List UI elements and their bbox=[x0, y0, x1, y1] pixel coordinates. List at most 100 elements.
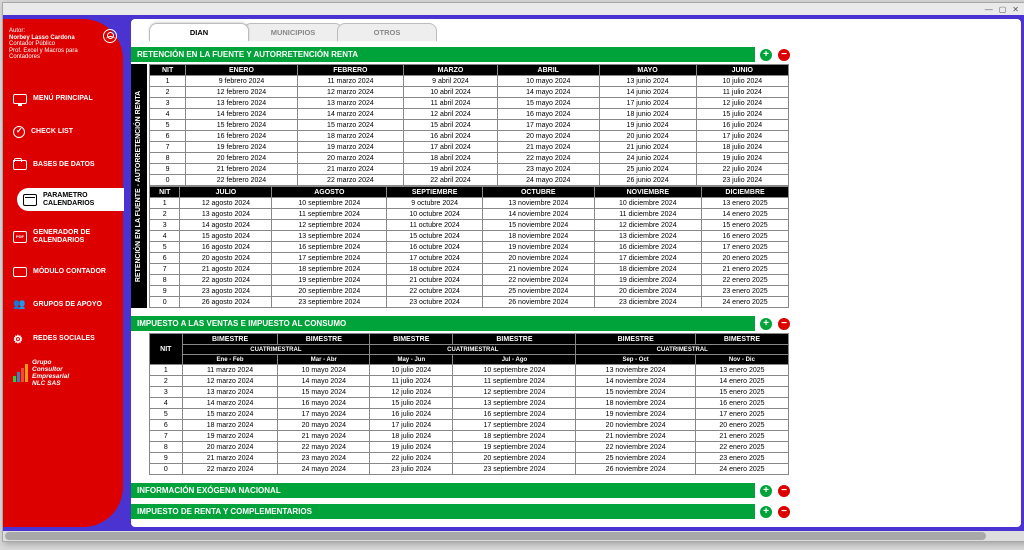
section-header-retencion: RETENCIÓN EN LA FUENTE Y AUTORRETENCIÓN … bbox=[131, 47, 755, 62]
col-header: ENERO bbox=[186, 65, 298, 76]
author-role1: Contador Público bbox=[9, 41, 55, 47]
folder-icon bbox=[13, 160, 27, 170]
table-row: 921 febrero 202421 marzo 202419 abril 20… bbox=[150, 164, 789, 175]
sidebar-item-menu[interactable]: MENÚ PRINCIPAL bbox=[13, 90, 123, 108]
monitor-icon bbox=[13, 94, 27, 104]
sidebar-item-label: CHECK LIST bbox=[31, 128, 73, 136]
retencion-table-2: NITJULIOAGOSTOSEPTIEMBREOCTUBRENOVIEMBRE… bbox=[149, 186, 789, 308]
table-row: 212 febrero 202412 marzo 202410 abril 20… bbox=[150, 87, 789, 98]
section-header-iva: IMPUESTO A LAS VENTAS E IMPUESTO AL CONS… bbox=[131, 316, 755, 331]
remove-button[interactable]: − bbox=[777, 484, 791, 498]
table-row: 515 marzo 202417 mayo 202416 julio 20241… bbox=[150, 409, 789, 420]
col-header: MARZO bbox=[404, 65, 498, 76]
col-header: OCTUBRE bbox=[483, 187, 594, 198]
tab-otros[interactable]: OTROS bbox=[337, 23, 437, 41]
author-box: Autor: Norbey Lasso Cardona Contador Púb… bbox=[3, 25, 123, 64]
col-header: AGOSTO bbox=[272, 187, 387, 198]
remove-button[interactable]: − bbox=[777, 317, 791, 331]
table-row: 022 marzo 202424 mayo 202423 julio 20242… bbox=[150, 464, 789, 475]
close-button[interactable]: ✕ bbox=[1012, 5, 1019, 14]
table-row: 212 marzo 202414 mayo 202411 julio 20241… bbox=[150, 376, 789, 387]
wallet-icon bbox=[13, 267, 27, 277]
remove-button[interactable]: − bbox=[777, 505, 791, 519]
table-row: 112 agosto 202410 septiembre 20249 octub… bbox=[150, 198, 789, 209]
table-row: 516 agosto 202416 septiembre 202416 octu… bbox=[150, 242, 789, 253]
table-row: 313 marzo 202415 mayo 202412 julio 20241… bbox=[150, 387, 789, 398]
group-brand[interactable]: Grupo Consultor Empresarial NLC SAS bbox=[3, 359, 123, 388]
table-row: 111 marzo 202410 mayo 202410 julio 20241… bbox=[150, 365, 789, 376]
table-row: 620 agosto 202417 septiembre 202417 octu… bbox=[150, 253, 789, 264]
sidebar-item-redes[interactable]: ⚙ REDES SOCIALES bbox=[13, 329, 123, 349]
remove-button[interactable]: − bbox=[777, 48, 791, 62]
section-header-exogena: INFORMACIÓN EXÓGENA NACIONAL bbox=[131, 483, 755, 498]
sidebar-item-label: PARAMETRO CALENDARIOS bbox=[43, 192, 123, 207]
calendar-icon bbox=[23, 194, 37, 206]
col-header: JUNIO bbox=[696, 65, 788, 76]
sidebar-item-gen[interactable]: GENERADOR DE CALENDARIOS bbox=[13, 225, 123, 248]
window-titlebar: — ▢ ✕ bbox=[3, 3, 1024, 15]
table-row: 414 marzo 202416 mayo 202415 julio 20241… bbox=[150, 398, 789, 409]
sidebar-item-label: GRUPOS DE APOYO bbox=[33, 301, 102, 309]
retencion-table-1: NITENEROFEBREROMARZOABRILMAYOJUNIO19 feb… bbox=[149, 64, 789, 186]
sidebar-item-checklist[interactable]: CHECK LIST bbox=[13, 122, 123, 142]
table-row: 719 febrero 202419 marzo 202417 abril 20… bbox=[150, 142, 789, 153]
table-row: 213 agosto 202411 septiembre 202410 octu… bbox=[150, 209, 789, 220]
col-header: NOVIEMBRE bbox=[594, 187, 702, 198]
sidebar: Autor: Norbey Lasso Cardona Contador Púb… bbox=[3, 19, 123, 527]
col-header: DICIEMBRE bbox=[702, 187, 789, 198]
table-row: 721 agosto 202418 septiembre 202418 octu… bbox=[150, 264, 789, 275]
pdf-icon bbox=[13, 231, 27, 243]
iva-table-block: NITBIMESTREBIMESTREBIMESTREBIMESTREBIMES… bbox=[149, 333, 1017, 475]
table-row: 313 febrero 202413 marzo 202411 abril 20… bbox=[150, 98, 789, 109]
add-button[interactable]: + bbox=[759, 505, 773, 519]
col-header: MAYO bbox=[599, 65, 696, 76]
content-area: DIANMUNICIPIOSOTROS RETENCIÓN EN LA FUEN… bbox=[131, 19, 1021, 527]
tab-dian[interactable]: DIAN bbox=[149, 23, 249, 41]
table-row: 923 agosto 202420 septiembre 202422 octu… bbox=[150, 286, 789, 297]
gear-icon: ⚙ bbox=[13, 333, 27, 345]
table-row: 414 febrero 202414 marzo 202412 abril 20… bbox=[150, 109, 789, 120]
col-header: JULIO bbox=[180, 187, 272, 198]
table-row: 616 febrero 202418 marzo 202416 abril 20… bbox=[150, 131, 789, 142]
table-row: 415 agosto 202413 septiembre 202415 octu… bbox=[150, 231, 789, 242]
table-row: 618 marzo 202420 mayo 202417 julio 20241… bbox=[150, 420, 789, 431]
check-circle-icon bbox=[13, 126, 25, 138]
table-row: 022 febrero 202422 marzo 202422 abril 20… bbox=[150, 175, 789, 186]
group-icon: 👥 bbox=[13, 299, 27, 311]
author-label: Autor: bbox=[9, 28, 25, 34]
col-header: SEPTIEMBRE bbox=[387, 187, 483, 198]
table-row: 820 febrero 202420 marzo 202418 abril 20… bbox=[150, 153, 789, 164]
col-header: ABRIL bbox=[497, 65, 599, 76]
user-icon bbox=[103, 29, 117, 43]
col-header: FEBRERO bbox=[297, 65, 403, 76]
add-button[interactable]: + bbox=[759, 317, 773, 331]
retencion-side-label: RETENCIÓN EN LA FUENTE - AUTORRETENCIÓN … bbox=[131, 64, 147, 308]
sidebar-item-mod[interactable]: MÓDULO CONTADOR bbox=[13, 263, 123, 281]
sidebar-item-label: BASES DE DATOS bbox=[33, 161, 95, 169]
bars-icon bbox=[13, 364, 28, 382]
tabs: DIANMUNICIPIOSOTROS bbox=[131, 19, 1021, 41]
col-nit: NIT bbox=[150, 187, 180, 198]
maximize-button[interactable]: ▢ bbox=[999, 5, 1007, 14]
sidebar-item-grupos[interactable]: 👥 GRUPOS DE APOYO bbox=[13, 295, 123, 315]
horizontal-scrollbar[interactable] bbox=[3, 531, 1024, 541]
col-nit: NIT bbox=[150, 65, 186, 76]
add-button[interactable]: + bbox=[759, 484, 773, 498]
table-row: 820 marzo 202422 mayo 202419 julio 20241… bbox=[150, 442, 789, 453]
add-button[interactable]: + bbox=[759, 48, 773, 62]
iva-table: NITBIMESTREBIMESTREBIMESTREBIMESTREBIMES… bbox=[149, 333, 789, 475]
sidebar-item-label: GENERADOR DE CALENDARIOS bbox=[33, 229, 113, 244]
table-row: 026 agosto 202423 septiembre 202423 octu… bbox=[150, 297, 789, 308]
table-row: 822 agosto 202419 septiembre 202421 octu… bbox=[150, 275, 789, 286]
table-row: 719 marzo 202421 mayo 202418 julio 20241… bbox=[150, 431, 789, 442]
sidebar-item-bases[interactable]: BASES DE DATOS bbox=[13, 156, 123, 174]
retencion-table-block: RETENCIÓN EN LA FUENTE - AUTORRETENCIÓN … bbox=[149, 64, 1017, 308]
sidebar-item-label: MÓDULO CONTADOR bbox=[33, 268, 106, 276]
section-header-renta: IMPUESTO DE RENTA Y COMPLEMENTARIOS bbox=[131, 504, 755, 519]
tab-municipios[interactable]: MUNICIPIOS bbox=[243, 23, 343, 41]
author-role2: Prof. Excel y Macros para Contadores bbox=[9, 48, 78, 61]
sidebar-item-label: REDES SOCIALES bbox=[33, 335, 95, 343]
table-row: 19 febrero 202411 marzo 20249 abril 2024… bbox=[150, 76, 789, 87]
sidebar-item-param[interactable]: PARAMETRO CALENDARIOS bbox=[17, 188, 124, 211]
minimize-button[interactable]: — bbox=[985, 5, 993, 14]
